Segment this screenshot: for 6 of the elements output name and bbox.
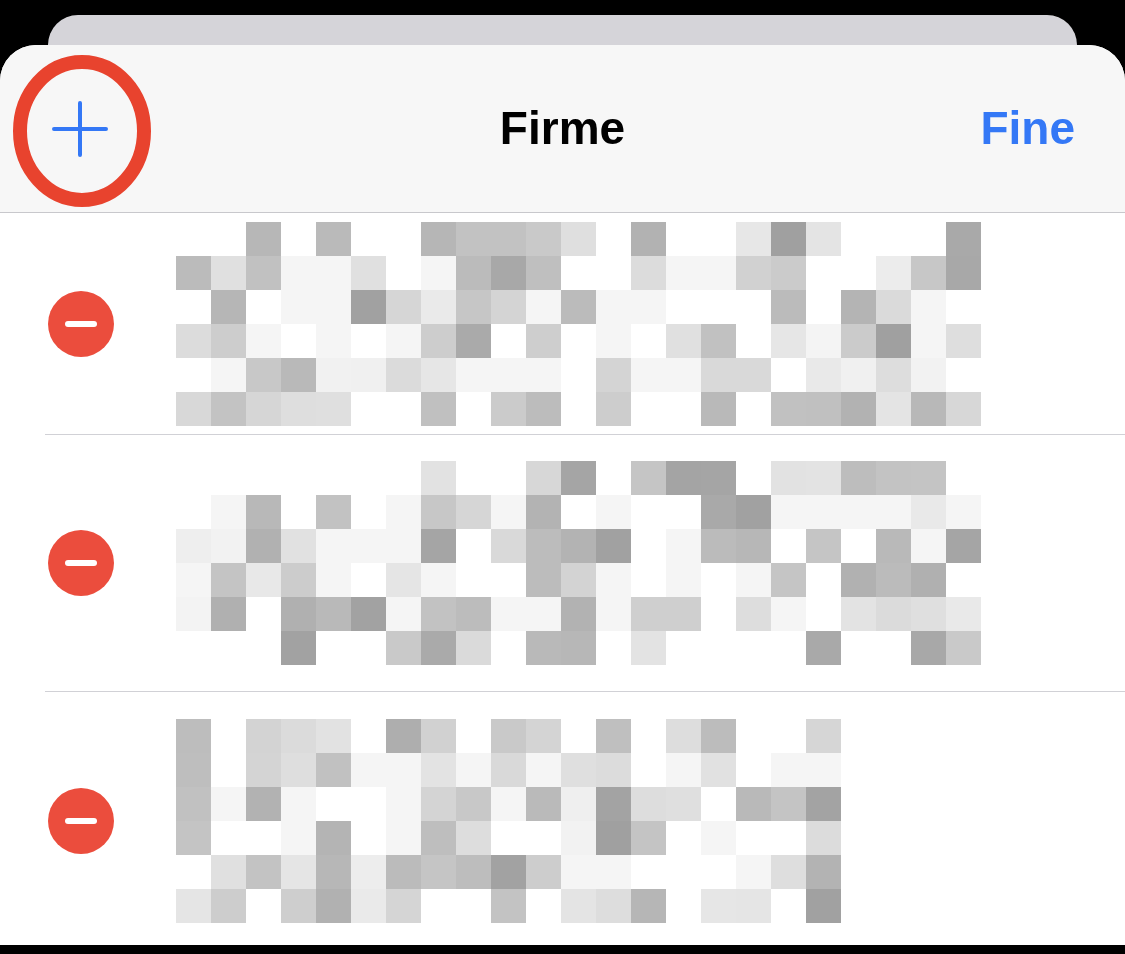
add-icon — [52, 100, 108, 157]
done-button[interactable]: Fine — [980, 94, 1075, 163]
remove-icon[interactable] — [48, 787, 114, 854]
sheet-title: Firme — [499, 101, 626, 156]
remove-icon[interactable] — [48, 290, 114, 357]
remove-icon[interactable] — [48, 530, 114, 596]
